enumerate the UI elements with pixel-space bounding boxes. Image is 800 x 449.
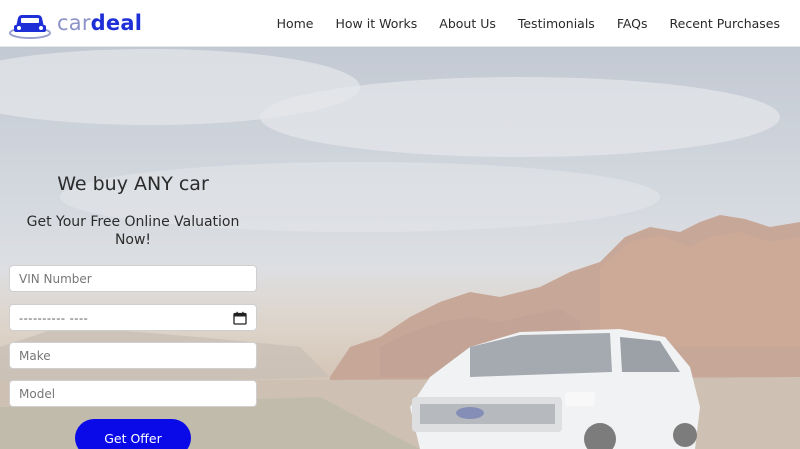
make-field[interactable] [9, 342, 257, 369]
nav-how-it-works[interactable]: How it Works [336, 16, 418, 31]
nav-recent-purchases[interactable]: Recent Purchases [670, 16, 780, 31]
logo-text: cardeal [57, 11, 143, 35]
make-input[interactable] [19, 348, 247, 363]
get-offer-button[interactable]: Get Offer [75, 419, 191, 449]
nav-faqs[interactable]: FAQs [617, 16, 648, 31]
model-input[interactable] [19, 386, 247, 401]
date-input-value: ---------- ---- [19, 310, 89, 325]
model-field[interactable] [9, 380, 257, 407]
calendar-icon[interactable] [233, 311, 247, 325]
logo[interactable]: cardeal [8, 7, 142, 39]
vin-input[interactable] [19, 271, 247, 286]
nav-home[interactable]: Home [277, 16, 314, 31]
main-nav: Home How it Works About Us Testimonials … [255, 0, 780, 47]
date-field[interactable]: ---------- ---- [9, 304, 257, 331]
nav-testimonials[interactable]: Testimonials [518, 16, 595, 31]
site-header: cardeal Home How it Works About Us Testi… [0, 0, 800, 47]
hero-subheading: Get Your Free Online Valuation Now! [26, 214, 240, 248]
vin-field[interactable] [9, 265, 257, 292]
hero-heading: We buy ANY car [57, 173, 209, 195]
nav-about-us[interactable]: About Us [439, 16, 496, 31]
car-logo-icon [9, 15, 51, 39]
